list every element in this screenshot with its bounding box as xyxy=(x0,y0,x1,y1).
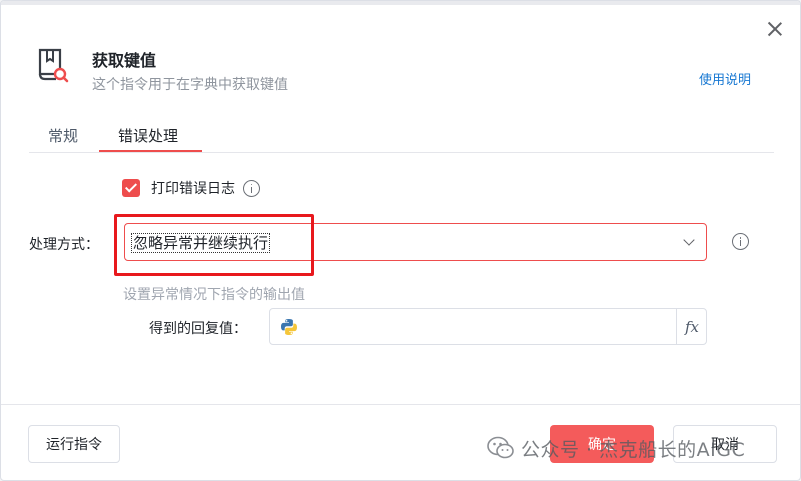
footer-divider xyxy=(1,404,800,405)
wechat-icon xyxy=(487,436,514,459)
print-log-label: 打印错误日志 xyxy=(151,181,235,197)
print-log-row: 打印错误日志 xyxy=(122,178,260,198)
mode-label: 处理方式： xyxy=(29,237,99,253)
mode-select[interactable]: 忽略异常并继续执行 xyxy=(124,223,707,261)
cancel-button[interactable]: 取消 xyxy=(673,425,777,463)
close-icon[interactable] xyxy=(765,19,785,39)
active-tab-indicator xyxy=(99,150,202,152)
mode-info-icon[interactable] xyxy=(732,233,749,250)
book-search-icon xyxy=(38,48,69,83)
dialog: 获取键值 这个指令用于在字典中获取键值 使用说明 常规 错误处理 打印错误日志 … xyxy=(0,0,801,481)
mode-select-value: 忽略异常并继续执行 xyxy=(131,233,271,253)
dialog-subtitle: 这个指令用于在字典中获取键值 xyxy=(92,77,288,93)
background-window-strip xyxy=(1,1,800,5)
output-hint: 设置异常情况下指令的输出值 xyxy=(123,287,305,303)
return-value-label: 得到的回复值： xyxy=(149,321,247,337)
print-log-checkbox[interactable] xyxy=(122,179,140,197)
return-value-field: fx xyxy=(269,308,707,345)
info-icon[interactable] xyxy=(243,179,260,197)
ok-button[interactable]: 确定 xyxy=(550,425,654,463)
dialog-title: 获取键值 xyxy=(92,51,157,70)
run-command-button[interactable]: 运行指令 xyxy=(28,425,120,463)
return-value-input[interactable] xyxy=(304,315,664,339)
tab-error-handling[interactable]: 错误处理 xyxy=(118,125,178,146)
tab-general[interactable]: 常规 xyxy=(48,125,78,146)
tab-bar: 常规 错误处理 xyxy=(29,119,774,153)
help-link[interactable]: 使用说明 xyxy=(699,69,751,88)
python-icon xyxy=(281,319,297,335)
chevron-down-icon xyxy=(683,234,695,246)
fx-button[interactable]: fx xyxy=(676,309,707,344)
